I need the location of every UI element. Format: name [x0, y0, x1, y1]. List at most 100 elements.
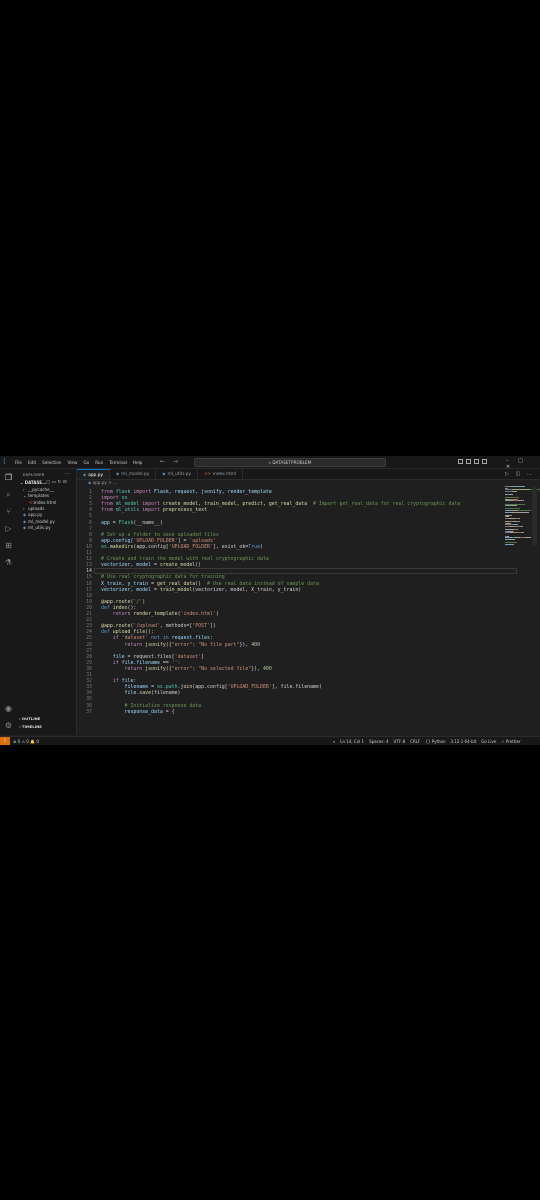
menu-go[interactable]: Go — [83, 460, 89, 465]
code-token: not in — [151, 635, 172, 642]
menu-run[interactable]: Run — [95, 460, 103, 465]
run-python-icon[interactable]: ▷ — [505, 471, 509, 477]
toggle-sidebar-icon[interactable] — [458, 459, 463, 464]
code-line: from ml_utils import preprocess_text — [101, 507, 207, 513]
code-token: os.path. — [156, 684, 181, 691]
minimap-mark — [517, 529, 518, 531]
code-token: file. — [101, 690, 140, 697]
minimap-mark — [525, 537, 531, 539]
file-tree-item[interactable]: ⌄ templates — [17, 493, 82, 499]
minimap[interactable] — [505, 486, 540, 546]
code-token: filename — [101, 684, 152, 691]
zoom-icon[interactable]: ⌕ — [333, 737, 335, 745]
code-token: 400 — [251, 641, 261, 648]
forward-arrow-icon[interactable]: → — [173, 458, 178, 465]
code-editor[interactable]: 1 from flask import Flask, request, jsoni… — [77, 486, 517, 736]
file-tree-item[interactable]: › uploads — [17, 506, 82, 512]
toggle-secondary-sidebar-icon[interactable] — [474, 459, 479, 464]
tab-app-py[interactable]: ◆ app.py — [77, 469, 111, 479]
nav-arrows: ← → — [160, 458, 184, 465]
code-line: return jsonify({"error": "No selected fi… — [101, 666, 272, 672]
search-view-icon[interactable]: ⌕ — [4, 490, 13, 499]
breadcrumb-path: app.py > ... — [92, 480, 118, 485]
language-mode[interactable]: {} Python — [425, 737, 445, 745]
explorer-sidebar: EXPLORER … ⌄ DATASE... ▢▭↻⊟ › __pycache__… — [17, 469, 77, 735]
menu-terminal[interactable]: Terminal — [109, 460, 127, 465]
python-interpreter[interactable]: 3.12.1 64-bit — [451, 737, 477, 745]
more-actions-icon[interactable]: … — [527, 471, 532, 477]
cursor-position[interactable]: Ln 14, Col 1 — [340, 737, 364, 745]
vertical-scrollbar[interactable] — [532, 486, 537, 546]
project-folder-header[interactable]: ⌄ DATASE... ▢▭↻⊟ — [20, 479, 76, 486]
menu-selection[interactable]: Selection — [42, 460, 61, 465]
remote-indicator-icon[interactable]: ⟩ — [0, 737, 10, 745]
code-token: makedirs — [109, 543, 134, 550]
go-live-button[interactable]: Go Live — [481, 737, 496, 745]
command-center-search[interactable]: ⌕ DATASETPROBLEM — [194, 458, 386, 467]
more-actions-icon[interactable]: … — [65, 470, 70, 476]
title-bar: ⟨ File Edit Selection View Go Run Terminal Help… — [0, 456, 540, 470]
code-token: jsonify — [145, 665, 166, 672]
indentation[interactable]: Spaces: 4 — [369, 737, 388, 745]
collapse-all-icon[interactable]: ⊟ — [63, 480, 68, 485]
code-token: # Initialize response data — [101, 702, 202, 709]
code-token: = request.files[ — [127, 653, 175, 660]
menu-help[interactable]: Help — [133, 460, 143, 465]
outline-section[interactable]: › OUTLINE — [19, 716, 76, 722]
code-token: '': — [171, 659, 181, 666]
menu-edit[interactable]: Edit — [28, 460, 36, 465]
code-token: response_data — [101, 708, 166, 715]
toggle-panel-icon[interactable] — [466, 459, 471, 464]
tab-index-html[interactable]: <> index.html — [198, 469, 244, 479]
timeline-section[interactable]: › TIMELINE — [19, 724, 76, 730]
problems-count[interactable]: ⊗ 0 ⚠ 0 — [13, 739, 29, 744]
code-token: 'UPLOAD_FOLDER' — [133, 537, 178, 544]
file-tree-item[interactable]: ◆ ml_utils.py — [17, 525, 82, 531]
breadcrumb[interactable]: ◆ app.py > ... — [88, 480, 117, 485]
code-token: vectorizer, model — [101, 562, 154, 569]
code-token: 400 — [262, 665, 272, 672]
back-arrow-icon[interactable]: ← — [160, 458, 165, 465]
extensions-icon[interactable]: ⊞ — [4, 541, 13, 550]
code-token: "No file part" — [198, 641, 240, 648]
split-editor-icon[interactable]: ◫ — [515, 471, 520, 477]
account-icon[interactable]: ◉ — [4, 704, 13, 713]
tab-ml_utils-py[interactable]: ◆ ml_utils.py — [156, 469, 199, 479]
minimap-mark — [523, 500, 524, 502]
menu-view[interactable]: View — [67, 460, 77, 465]
code-token: import — [142, 507, 163, 514]
encoding[interactable]: UTF-8 — [394, 737, 406, 745]
code-token: def — [101, 629, 113, 636]
prettier-status[interactable]: ✓ Prettier — [501, 737, 520, 745]
maximize-icon[interactable]: □ — [518, 458, 523, 464]
minimap-mark — [511, 486, 525, 487]
tab-label: ml_model.py — [121, 472, 150, 477]
code-token: import — [133, 489, 155, 495]
ports-count[interactable]: 🔔 0 — [30, 739, 39, 744]
run-debug-icon[interactable]: ▷ — [4, 524, 13, 533]
layout-controls — [458, 459, 490, 464]
code-token: ml_model — [115, 501, 143, 508]
code-token: if — [101, 678, 122, 685]
testing-icon[interactable]: ⚗ — [4, 558, 13, 567]
file-tree-item[interactable]: ◆ app.py — [17, 512, 82, 518]
code-token: 'UPLOAD_FOLDER' — [168, 543, 213, 550]
manage-gear-icon[interactable]: ⚙ — [4, 721, 13, 730]
menu-bar: File Edit Selection View Go Run Terminal Help — [15, 456, 148, 468]
code-token: ], file.filename) — [271, 684, 322, 691]
python-file-icon: ◆ — [116, 471, 120, 476]
code-token: app — [101, 519, 113, 526]
minimap-mark — [512, 490, 517, 492]
command-center-label: DATASETPROBLEM — [272, 460, 312, 465]
code-token: from — [101, 507, 116, 514]
file-tree-item[interactable]: ◆ ml_model.py — [17, 519, 82, 525]
end-of-line[interactable]: CRLF — [410, 737, 420, 745]
code-token: "error" — [171, 665, 193, 672]
source-control-icon[interactable]: ⑂ — [4, 507, 13, 516]
customize-layout-icon[interactable] — [482, 459, 487, 464]
file-tree-item[interactable]: › __pycache__ — [17, 487, 82, 493]
menu-file[interactable]: File — [15, 460, 22, 465]
explorer-icon[interactable]: ❐ — [4, 473, 13, 482]
code-token: import — [142, 501, 163, 508]
tab-ml_model-py[interactable]: ◆ ml_model.py — [110, 469, 157, 479]
